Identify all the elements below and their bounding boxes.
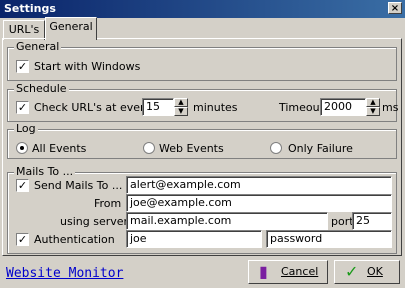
close-button[interactable]: ×	[388, 2, 402, 14]
log-web-events-radio[interactable]	[143, 142, 155, 154]
spin-up-icon[interactable]: ▲	[174, 98, 188, 107]
cancel-button[interactable]: ▮ Cancel	[248, 260, 328, 284]
timeout-spinner[interactable]: ▲ ▼	[366, 98, 380, 116]
mail-to-input[interactable]: alert@example.com	[126, 176, 392, 194]
log-only-failure-radio[interactable]	[270, 142, 282, 154]
ok-button[interactable]: ✓ OK	[334, 260, 400, 284]
spin-up-icon[interactable]: ▲	[366, 98, 380, 107]
mails-legend: Mails To ...	[14, 165, 76, 178]
general-group: General ✓ Start with Windows	[7, 41, 397, 81]
spin-down-icon[interactable]: ▼	[174, 107, 188, 116]
check-urls-label: Check URL's at every	[34, 101, 152, 114]
interval-unit: minutes	[193, 101, 238, 114]
timeout-unit: ms	[382, 101, 399, 114]
mail-from-input[interactable]: joe@example.com	[126, 194, 392, 212]
authentication-checkbox[interactable]: ✓	[16, 233, 29, 246]
port-label: port	[331, 215, 354, 228]
authentication-label: Authentication	[34, 233, 115, 246]
from-label: From	[94, 197, 122, 210]
ok-button-label: OK	[367, 265, 383, 278]
door-icon: ▮	[259, 262, 268, 281]
interval-input[interactable]: 15	[142, 98, 174, 116]
check-urls-checkbox[interactable]: ✓	[16, 101, 29, 114]
settings-window: Settings × URL's General General ✓ Start…	[0, 0, 405, 288]
send-mails-checkbox[interactable]: ✓	[16, 179, 29, 192]
schedule-legend: Schedule	[14, 82, 69, 95]
spin-down-icon[interactable]: ▼	[366, 107, 380, 116]
cancel-button-label: Cancel	[281, 265, 319, 278]
title-bar[interactable]: Settings ×	[0, 0, 405, 18]
checkmark-icon: ✓	[345, 262, 359, 281]
send-mails-label: Send Mails To ...	[34, 179, 123, 192]
website-monitor-link[interactable]: Website Monitor	[6, 266, 123, 281]
tab-general[interactable]: General	[45, 17, 97, 40]
log-only-failure-label: Only Failure	[288, 142, 353, 155]
interval-spinner[interactable]: ▲ ▼	[174, 98, 188, 116]
log-web-events-label: Web Events	[159, 142, 224, 155]
general-legend: General	[14, 40, 62, 53]
general-tab-panel: General ✓ Start with Windows Schedule ✓ …	[2, 38, 402, 256]
timeout-input[interactable]: 2000	[320, 98, 366, 116]
start-with-windows-checkbox[interactable]: ✓	[16, 60, 29, 73]
log-all-events-label: All Events	[32, 142, 87, 155]
window-title: Settings	[4, 2, 56, 15]
mails-group: Mails To ... ✓ Send Mails To ... alert@e…	[7, 166, 397, 254]
username-input[interactable]: joe	[126, 230, 262, 248]
timeout-label: Timeout	[279, 101, 324, 114]
log-all-events-radio[interactable]	[16, 142, 28, 154]
server-label: using server	[60, 215, 129, 228]
server-input[interactable]: mail.example.com	[126, 212, 328, 230]
log-legend: Log	[14, 122, 38, 135]
port-input[interactable]: 25	[352, 212, 392, 230]
schedule-group: Schedule ✓ Check URL's at every 15 ▲ ▼ m…	[7, 83, 399, 122]
log-group: Log All Events Web Events Only Failure	[7, 123, 397, 159]
tab-urls[interactable]: URL's	[3, 20, 45, 40]
start-with-windows-label: Start with Windows	[34, 60, 141, 73]
password-input[interactable]: password	[266, 230, 392, 248]
